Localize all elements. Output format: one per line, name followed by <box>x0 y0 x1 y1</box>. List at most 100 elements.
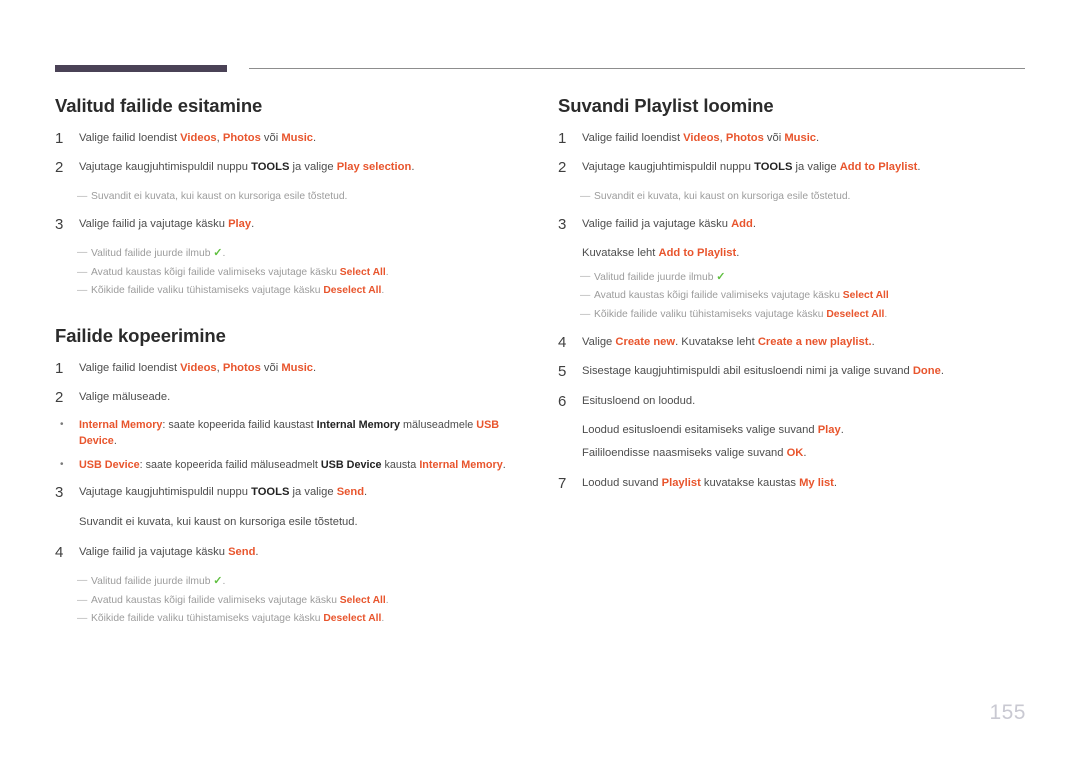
text-run: Suvandit ei kuvata, kui kaust on kursori… <box>79 515 358 528</box>
text-run: Esitusloend on loodud. <box>582 394 696 407</box>
step-text: Valige failid ja vajutage käsku Add. <box>582 216 1028 232</box>
emphasis-term: Create new <box>615 336 676 349</box>
text-run: Avatud kaustas kõigi failide valimiseks … <box>91 594 340 606</box>
text-run: Kõikide failide valiku tühistamiseks vaj… <box>91 285 324 297</box>
step-number: 1 <box>558 130 567 148</box>
emphasis-term: Play <box>228 218 252 231</box>
numbered-step: 1 Valige failid loendist Videos, Photos v… <box>558 130 1028 147</box>
emphasis-term: OK <box>786 447 804 460</box>
text-run: . <box>381 285 385 297</box>
emphasis-term: Deselect All <box>323 613 382 625</box>
numbered-step: 2 Vajutage kaugjuhtimispuldil nuppu TOOLS… <box>55 159 525 176</box>
step-number: 2 <box>558 159 567 177</box>
text-run: Suvandit ei kuvata, kui kaust on kursori… <box>91 190 348 202</box>
emphasis-term: Deselect All <box>826 308 885 320</box>
emphasis-term: Play <box>817 423 841 436</box>
emphasis-term: Play selection <box>336 161 412 174</box>
note-item: — Valitud failide juurde ilmub ✓. <box>55 573 525 590</box>
left-column: Valitud failide esitamine 1 Valige failid … <box>55 95 525 638</box>
text-run: Loodud suvand <box>582 477 662 490</box>
emphasis-term: Photos <box>222 132 261 145</box>
emphasis-term: My list <box>799 477 834 490</box>
manual-page: Valitud failide esitamine 1 Valige failid … <box>0 0 1080 763</box>
step-text: Valige Create new. Kuvatakse leht Create… <box>582 334 1028 350</box>
text-run: Valige mäluseade. <box>79 391 171 404</box>
text-run: . <box>884 308 888 320</box>
step-text: Vajutage kaugjuhtimispuldil nuppu TOOLS … <box>79 159 525 175</box>
text-run: . <box>255 545 259 558</box>
dash-icon: — <box>580 308 591 320</box>
text-run: Valige failid loendist <box>79 132 181 145</box>
text-run: . <box>313 132 317 145</box>
dash-icon: — <box>77 190 88 202</box>
text-run: . <box>313 361 317 374</box>
text-run: või <box>763 132 785 145</box>
text-run: . <box>736 247 740 260</box>
dash-icon: — <box>77 594 88 606</box>
numbered-step: 2 Vajutage kaugjuhtimispuldil nuppu TOOLS… <box>558 159 1028 176</box>
step-number: 1 <box>55 130 64 148</box>
text-run: . <box>833 477 838 490</box>
text-run: Valige failid loendist <box>582 132 684 145</box>
text-run: Valige failid loendist <box>79 361 181 374</box>
text-run: ja valige <box>792 161 840 174</box>
page-number: 155 <box>989 701 1026 724</box>
dash-icon: — <box>77 285 88 297</box>
text-run: Kõikide failide valiku tühistamiseks vaj… <box>594 308 827 320</box>
text-run: Faililoendisse naasmiseks valige suvand <box>582 447 787 460</box>
text-run: ja valige <box>289 161 337 174</box>
text-run: . <box>251 218 255 231</box>
emphasis-term: Photos <box>725 132 764 145</box>
emphasis-term: Internal Memory <box>79 419 163 432</box>
bullet-dot-icon: • <box>60 458 64 470</box>
key-term: Internal Memory <box>316 419 401 432</box>
step-number: 3 <box>558 216 567 234</box>
dash-icon: — <box>580 290 591 302</box>
numbered-step: 4 Valige failid ja vajutage käsku Send. <box>55 544 525 561</box>
text-run: : saate kopeerida failid kaustast <box>162 419 317 432</box>
emphasis-term: Videos <box>683 132 720 145</box>
step-number: 4 <box>558 334 567 352</box>
section-heading: Failide kopeerimine <box>55 324 226 346</box>
step-number: 5 <box>558 363 567 381</box>
note-item: — Avatud kaustas kõigi failide valimiseks… <box>558 288 1028 303</box>
numbered-step: 4 Valige Create new. Kuvatakse leht Creat… <box>558 334 1028 351</box>
emphasis-term: Add to Playlist <box>658 247 737 260</box>
text-run: kuvatakse kaustas <box>700 477 800 490</box>
step-number: 4 <box>55 543 64 561</box>
text-run: . <box>940 365 944 378</box>
numbered-step: 6 Esitusloend on loodud. <box>558 393 1028 410</box>
text-run: Valige failid ja vajutage käsku <box>79 545 229 558</box>
text-run: . <box>385 594 389 606</box>
numbered-step: 3 Vajutage kaugjuhtimispuldil nuppu TOOLS… <box>55 484 525 501</box>
text-run: . <box>803 447 807 460</box>
emphasis-term: Select All <box>842 290 889 302</box>
note-item: — Kõikide failide valiku tühistamiseks va… <box>55 611 525 626</box>
key-term: TOOLS <box>754 161 793 174</box>
step-text: Valige failid ja vajutage käsku Send. <box>79 544 525 560</box>
step-text: Valige failid loendist Videos, Photos võ… <box>79 130 525 146</box>
emphasis-term: Music <box>281 361 314 374</box>
content-section: Valitud failide esitamine 1 Valige failid … <box>55 95 525 299</box>
step-text: Valige mäluseade. <box>79 389 525 405</box>
text-run: . <box>816 132 820 145</box>
text-run: . <box>222 576 226 588</box>
dash-icon: — <box>580 190 591 202</box>
text-run: mäluseadmele <box>400 419 477 432</box>
header-accent-bar <box>55 65 227 72</box>
text-run: . <box>385 266 389 278</box>
emphasis-term: Create a new playlist. <box>757 336 872 349</box>
numbered-step: 5 Sisestage kaugjuhtimispuldi abil esitus… <box>558 363 1028 380</box>
dash-icon: — <box>580 270 591 282</box>
emphasis-term: Select All <box>339 594 386 606</box>
step-text: Valige failid loendist Videos, Photos võ… <box>582 130 1028 146</box>
bullet-dot-icon: • <box>60 419 64 431</box>
emphasis-term: Videos <box>180 132 217 145</box>
text-run: . <box>381 613 385 625</box>
text-run: . <box>222 248 226 260</box>
right-column: Suvandi Playlist loomine 1 Valige failid l… <box>558 95 1028 505</box>
emphasis-term: Music <box>784 132 817 145</box>
text-run: või <box>260 132 282 145</box>
text-run: Kuvatakse leht <box>582 247 659 260</box>
text-run: Valige <box>582 336 616 349</box>
